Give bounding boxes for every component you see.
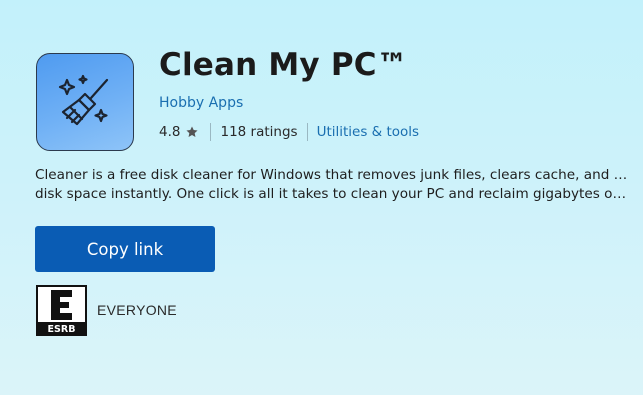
divider xyxy=(210,123,212,141)
app-meta-row: 4.8 118 ratings Utilities & tools xyxy=(159,123,419,141)
esrb-org-label: ESRB xyxy=(48,324,76,334)
description-line: Cleaner is a free disk cleaner for Windo… xyxy=(35,167,630,183)
rating-value: 4.8 xyxy=(159,124,181,140)
app-description: Cleaner is a free disk cleaner for Windo… xyxy=(35,166,630,204)
description-line: disk space instantly. One click is all i… xyxy=(35,186,630,202)
esrb-rating-badge: ESRB xyxy=(36,285,87,336)
broom-sparkles-icon xyxy=(58,74,109,126)
ratings-count: 118 ratings xyxy=(220,124,298,140)
copy-link-button[interactable]: Copy link xyxy=(35,226,215,272)
category-link[interactable]: Utilities & tools xyxy=(317,124,420,140)
app-title: Clean My PC™ xyxy=(159,47,408,83)
divider xyxy=(306,123,308,141)
content-rating-label: EVERYONE xyxy=(97,302,177,318)
app-icon xyxy=(36,53,134,151)
esrb-e-icon: ESRB xyxy=(38,287,85,335)
publisher-link[interactable]: Hobby Apps xyxy=(159,95,243,111)
star-icon xyxy=(186,126,199,137)
